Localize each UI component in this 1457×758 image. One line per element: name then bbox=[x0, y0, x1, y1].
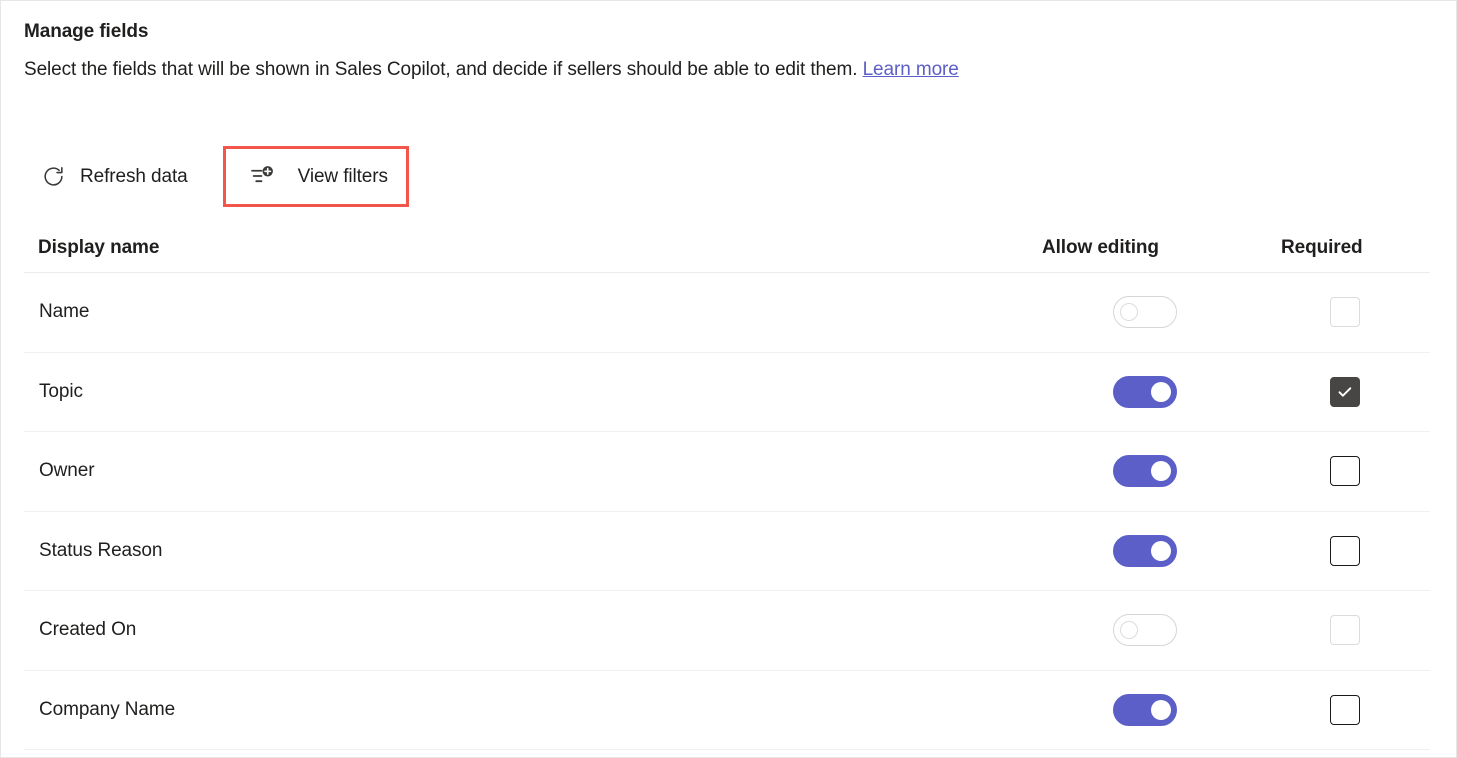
table-row: Name bbox=[24, 273, 1430, 353]
field-display-name: Status Reason bbox=[39, 539, 163, 561]
add-filter-icon bbox=[250, 163, 276, 189]
refresh-data-label: Refresh data bbox=[80, 165, 188, 187]
allow-editing-toggle bbox=[1113, 296, 1177, 329]
allow-editing-cell bbox=[1030, 614, 1260, 647]
page-title: Manage fields bbox=[24, 21, 149, 42]
allow-editing-toggle bbox=[1113, 614, 1177, 647]
table-row: Company Name bbox=[24, 671, 1430, 750]
required-cell bbox=[1260, 376, 1430, 407]
allow-editing-cell bbox=[1030, 455, 1260, 488]
table-row: Status Reason bbox=[24, 512, 1430, 591]
page-description: Select the fields that will be shown in … bbox=[24, 59, 959, 81]
allow-editing-cell bbox=[1030, 296, 1260, 329]
required-checkbox[interactable] bbox=[1330, 694, 1360, 725]
command-bar: Refresh data View filters bbox=[24, 145, 409, 207]
field-display-name: Company Name bbox=[39, 698, 176, 720]
required-checkbox bbox=[1330, 297, 1360, 328]
field-display-name: Owner bbox=[39, 460, 95, 482]
field-display-name: Topic bbox=[39, 380, 83, 402]
manage-fields-page: Manage fields Select the fields that wil… bbox=[0, 0, 1457, 758]
view-filters-label: View filters bbox=[297, 165, 388, 187]
field-display-name: Name bbox=[39, 301, 90, 323]
required-cell bbox=[1260, 456, 1430, 487]
allow-editing-toggle[interactable] bbox=[1113, 693, 1177, 726]
table-body: Name Topic Owner Status Reason Created On Com… bbox=[24, 273, 1430, 750]
view-filters-button[interactable]: View filters bbox=[222, 145, 409, 207]
toggle-knob bbox=[1120, 303, 1138, 322]
page-description-text: Select the fields that will be shown in … bbox=[24, 59, 858, 80]
allow-editing-toggle[interactable] bbox=[1113, 455, 1177, 488]
checkmark-icon bbox=[1338, 387, 1352, 397]
column-header-display-name: Display name bbox=[38, 236, 160, 258]
table-row: Topic bbox=[24, 353, 1430, 432]
required-cell bbox=[1260, 694, 1430, 725]
refresh-data-button[interactable]: Refresh data bbox=[24, 146, 204, 206]
required-checkbox[interactable] bbox=[1330, 535, 1360, 566]
toggle-knob bbox=[1151, 699, 1171, 720]
toggle-knob bbox=[1151, 381, 1171, 402]
required-checkbox bbox=[1330, 615, 1360, 646]
table-header-row: Display name Allow editing Required bbox=[24, 223, 1430, 273]
required-checkbox[interactable] bbox=[1330, 376, 1360, 407]
allow-editing-cell bbox=[1030, 534, 1260, 567]
fields-table: Display name Allow editing Required Name… bbox=[24, 223, 1430, 750]
required-cell bbox=[1260, 535, 1430, 566]
toggle-knob bbox=[1120, 621, 1138, 640]
allow-editing-toggle[interactable] bbox=[1113, 534, 1177, 567]
toggle-knob bbox=[1151, 540, 1171, 561]
required-checkbox[interactable] bbox=[1330, 456, 1360, 487]
table-row: Created On bbox=[24, 591, 1430, 671]
allow-editing-cell bbox=[1030, 375, 1260, 408]
table-row: Owner bbox=[24, 432, 1430, 512]
toggle-knob bbox=[1151, 461, 1171, 482]
required-cell bbox=[1260, 297, 1430, 328]
refresh-icon bbox=[40, 163, 66, 189]
allow-editing-cell bbox=[1030, 693, 1260, 726]
column-header-required: Required bbox=[1281, 236, 1363, 258]
field-display-name: Created On bbox=[39, 619, 137, 641]
allow-editing-toggle[interactable] bbox=[1113, 375, 1177, 408]
learn-more-link[interactable]: Learn more bbox=[863, 59, 959, 80]
column-header-allow-editing: Allow editing bbox=[1042, 236, 1159, 258]
required-cell bbox=[1260, 615, 1430, 646]
